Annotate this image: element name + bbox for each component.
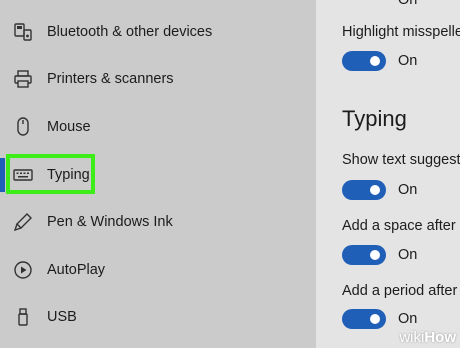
settings-sidebar: Bluetooth & other devices Printers & sca… [0,0,316,348]
text-suggestions-label: Show text suggestio [342,152,460,168]
sidebar-item-label: Bluetooth & other devices [47,24,213,40]
wikihow-watermark: wikiHow [399,329,456,346]
add-period-label: Add a period after I [342,283,460,299]
section-title-typing: Typing [342,106,407,131]
sidebar-item-label: Printers & scanners [47,71,174,87]
toggle-knob [370,250,380,260]
highlight-misspelled-toggle[interactable] [342,51,386,71]
printer-icon [12,68,34,90]
sidebar-item-label: AutoPlay [47,262,106,278]
toggle-knob [370,56,380,66]
sidebar-item-usb[interactable]: USB [0,297,316,337]
add-period-toggle[interactable] [342,309,386,329]
sidebar-item-pen[interactable]: Pen & Windows Ink [0,202,316,242]
bluetooth-devices-icon [12,21,34,43]
sidebar-item-bluetooth[interactable]: Bluetooth & other devices [0,12,316,52]
autoplay-icon [12,259,34,281]
toggle-state: On [398,53,418,69]
toggle-knob [370,314,380,324]
highlight-misspelled-label: Highlight misspelle [342,24,460,40]
sidebar-item-printers[interactable]: Printers & scanners [0,59,316,99]
sidebar-item-mouse[interactable]: Mouse [0,107,316,147]
add-space-label: Add a space after I [342,218,460,234]
sidebar-item-label: Pen & Windows Ink [47,214,173,230]
toggle-state: On [398,182,418,198]
text-suggestions-toggle[interactable] [342,180,386,200]
sidebar-item-label: Mouse [47,119,91,135]
sidebar-item-label: USB [47,309,77,325]
top-toggle-state: On [398,0,418,8]
mouse-icon [12,116,34,138]
pen-icon [12,211,34,233]
usb-icon [12,306,34,328]
toggle-state: On [398,247,418,263]
highlight-box [6,154,95,194]
toggle-state: On [398,311,418,327]
sidebar-item-autoplay[interactable]: AutoPlay [0,250,316,290]
typing-settings-panel: On Highlight misspelle On Typing Show te… [316,0,460,348]
toggle-knob [370,185,380,195]
add-space-toggle[interactable] [342,245,386,265]
